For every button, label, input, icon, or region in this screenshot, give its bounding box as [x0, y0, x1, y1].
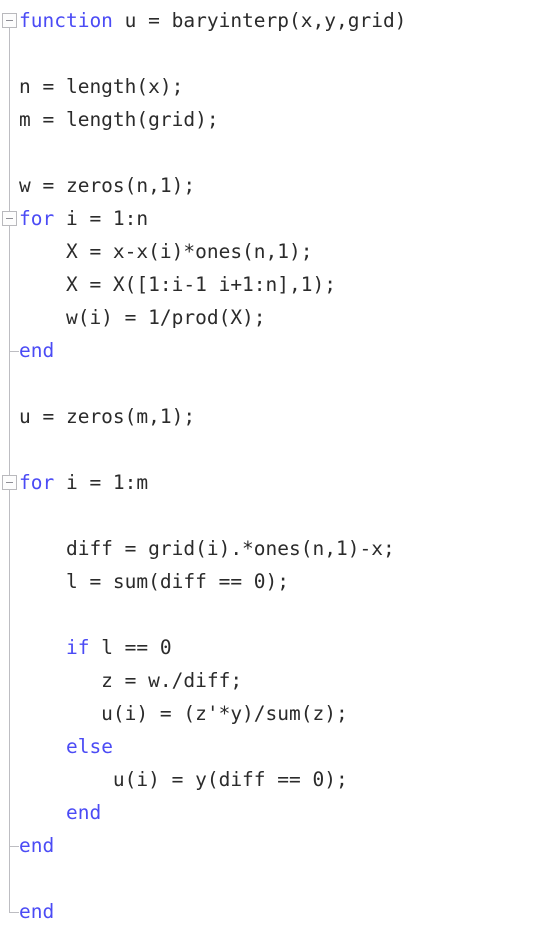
- code-keyword: for: [19, 471, 55, 494]
- code-line-6[interactable]: w = zeros(n,1);: [0, 169, 537, 202]
- code-text: l = sum(diff == 0);: [19, 570, 290, 593]
- code-line-10[interactable]: w(i) = 1/prod(X);: [0, 301, 537, 334]
- code-text: w = zeros(n,1);: [19, 174, 196, 197]
- code-line-14[interactable]: [0, 433, 537, 466]
- code-line-26[interactable]: end: [0, 829, 537, 862]
- code-line-12[interactable]: [0, 367, 537, 400]
- code-line-1[interactable]: function u = baryinterp(x,y,grid): [0, 4, 537, 37]
- code-text: i = 1:m: [54, 471, 149, 494]
- code-line-9[interactable]: X = X([1:i-1 i+1:n],1);: [0, 268, 537, 301]
- code-keyword: end: [19, 900, 55, 923]
- code-keyword: if: [65, 636, 90, 659]
- code-line-17[interactable]: diff = grid(i).*ones(n,1)-x;: [0, 532, 537, 565]
- code-keyword: for: [19, 207, 55, 230]
- code-line-22[interactable]: u(i) = (z'*y)/sum(z);: [0, 697, 537, 730]
- code-text: u(i) = y(diff == 0);: [19, 768, 348, 791]
- code-keyword: function: [19, 9, 113, 32]
- code-text: l == 0: [89, 636, 172, 659]
- code-keyword: end: [65, 801, 102, 824]
- code-text: i = 1:n: [54, 207, 149, 230]
- code-line-7[interactable]: for i = 1:n: [0, 202, 537, 235]
- code-text-surface[interactable]: function u = baryinterp(x,y,grid) n = le…: [0, 0, 537, 951]
- code-line-8[interactable]: X = x-x(i)*ones(n,1);: [0, 235, 537, 268]
- code-text: u = zeros(m,1);: [19, 405, 196, 428]
- matlab-code-editor[interactable]: function u = baryinterp(x,y,grid) n = le…: [0, 0, 537, 951]
- code-keyword: end: [19, 339, 55, 362]
- code-line-20[interactable]: if l == 0: [0, 631, 537, 664]
- code-line-23[interactable]: else: [0, 730, 537, 763]
- code-line-15[interactable]: for i = 1:m: [0, 466, 537, 499]
- code-text: diff = grid(i).*ones(n,1)-x;: [19, 537, 395, 560]
- code-text: X = x-x(i)*ones(n,1);: [19, 240, 313, 263]
- code-line-11[interactable]: end: [0, 334, 537, 367]
- code-line-5[interactable]: [0, 136, 537, 169]
- code-text: X = X([1:i-1 i+1:n],1);: [19, 273, 336, 296]
- code-line-25[interactable]: end: [0, 796, 537, 829]
- code-text: u(i) = (z'*y)/sum(z);: [19, 702, 348, 725]
- code-text: n = length(x);: [19, 75, 184, 98]
- code-text: z = w./diff;: [19, 669, 243, 692]
- code-text: w(i) = 1/prod(X);: [19, 306, 266, 329]
- code-line-28[interactable]: end: [0, 895, 537, 928]
- code-line-16[interactable]: [0, 499, 537, 532]
- code-text: m = length(grid);: [19, 108, 219, 131]
- code-line-19[interactable]: [0, 598, 537, 631]
- code-line-24[interactable]: u(i) = y(diff == 0);: [0, 763, 537, 796]
- code-keyword: else: [65, 735, 113, 758]
- code-keyword: end: [19, 834, 55, 857]
- code-line-13[interactable]: u = zeros(m,1);: [0, 400, 537, 433]
- code-line-21[interactable]: z = w./diff;: [0, 664, 537, 697]
- code-line-4[interactable]: m = length(grid);: [0, 103, 537, 136]
- code-line-2[interactable]: [0, 37, 537, 70]
- code-line-18[interactable]: l = sum(diff == 0);: [0, 565, 537, 598]
- code-line-27[interactable]: [0, 862, 537, 895]
- code-text: u = baryinterp(x,y,grid): [112, 9, 407, 32]
- code-line-3[interactable]: n = length(x);: [0, 70, 537, 103]
